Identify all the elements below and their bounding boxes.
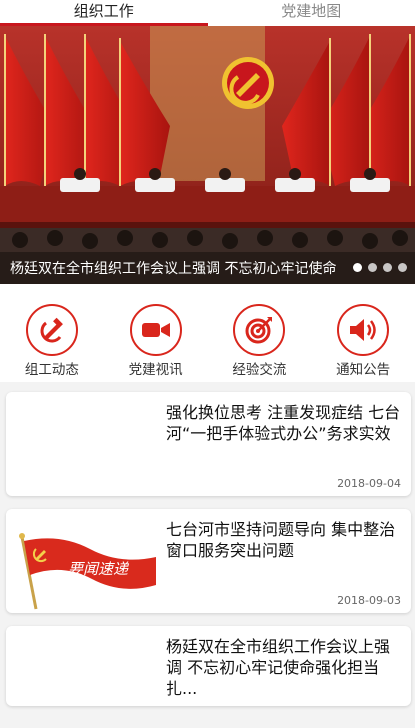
news-title: 强化换位思考 注重发现症结 七台河“一把手体验式办公”务求实效 (166, 402, 401, 444)
banner-carousel[interactable]: 杨廷双在全市组织工作会议上强调 不忘初心牢记使命 (0, 26, 415, 284)
quick-link-label: 党建视讯 (104, 358, 208, 378)
quick-link-label: 通知公告 (311, 358, 415, 378)
carousel-dot[interactable] (368, 263, 377, 272)
tab-organization-work[interactable]: 组织工作 (0, 0, 208, 26)
carousel-dot[interactable] (353, 263, 362, 272)
top-tab-bar: 组织工作 党建地图 (0, 0, 415, 26)
speaker-icon (337, 304, 389, 356)
news-title: 杨廷双在全市组织工作会议上强调 不忘初心牢记使命强化担当扎... (166, 636, 401, 699)
banner-image (0, 26, 415, 284)
news-card[interactable]: 要闻速递 七台河市坚持问题导向 集中整治窗口服务突出问题 2018-09-03 (6, 509, 411, 613)
news-card[interactable]: 杨廷双在全市组织工作会议上强调 不忘初心牢记使命强化担当扎... (6, 626, 411, 706)
quick-link-experience[interactable]: 经验交流 (208, 284, 312, 382)
news-thumbnail: 要闻速递 (10, 519, 160, 611)
news-card[interactable]: 强化换位思考 注重发现症结 七台河“一把手体验式办公”务求实效 2018-09-… (6, 392, 411, 496)
party-emblem-icon (222, 57, 274, 109)
banner-caption-bar: 杨廷双在全市组织工作会议上强调 不忘初心牢记使命 (0, 252, 415, 284)
carousel-indicator (353, 263, 407, 272)
quick-links-bar: 组工动态 党建视讯 经验交流 (0, 284, 415, 382)
carousel-dot[interactable] (383, 263, 392, 272)
video-camera-icon (130, 304, 182, 356)
carousel-dot[interactable] (398, 263, 407, 272)
news-date: 2018-09-03 (337, 594, 401, 607)
banner-caption[interactable]: 杨廷双在全市组织工作会议上强调 不忘初心牢记使命 (10, 258, 340, 278)
news-date: 2018-09-04 (337, 477, 401, 490)
news-title: 七台河市坚持问题导向 集中整治窗口服务突出问题 (166, 519, 401, 561)
quick-link-notices[interactable]: 通知公告 (311, 284, 415, 382)
quick-link-label: 经验交流 (208, 358, 312, 378)
flag-text: 要闻速递 (68, 560, 130, 578)
quick-link-label: 组工动态 (0, 358, 104, 378)
news-thumbnail (10, 636, 160, 728)
news-thumbnail (10, 402, 160, 494)
tab-party-map[interactable]: 党建地图 (208, 0, 415, 26)
quick-link-party-video[interactable]: 党建视讯 (104, 284, 208, 382)
target-icon (233, 304, 285, 356)
hammer-sickle-icon (26, 304, 78, 356)
quick-link-work-news[interactable]: 组工动态 (0, 284, 104, 382)
